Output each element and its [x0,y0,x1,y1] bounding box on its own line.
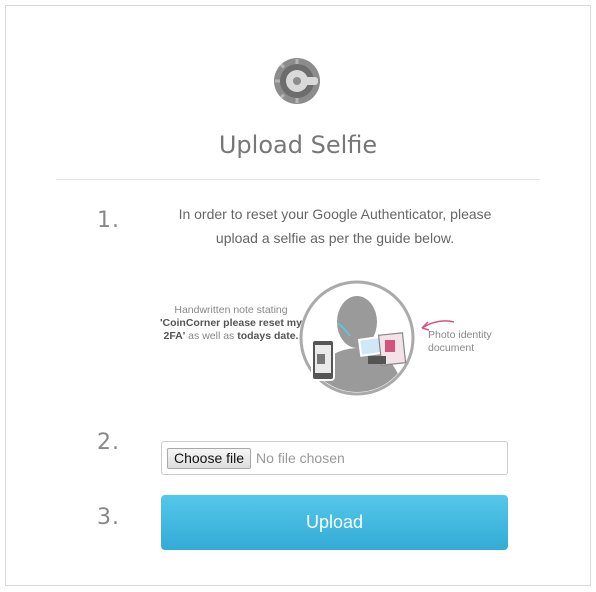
google-authenticator-icon [274,58,320,104]
upload-button[interactable]: Upload [161,495,508,550]
file-status-text: No file chosen [256,450,345,466]
photo-id-caption: Photo identity document [428,329,492,354]
choose-file-button[interactable]: Choose file [167,447,252,469]
selfie-person-icon [299,280,415,396]
title-divider [56,179,540,180]
step-3-number: 3. [97,505,120,530]
handwritten-note-caption: Handwritten note stating 'CoinCorner ple… [160,304,302,342]
selfie-guide-illustration: Handwritten note stating 'CoinCorner ple… [160,278,510,403]
file-input[interactable]: Choose file No file chosen [161,441,508,475]
step-1-instructions: In order to reset your Google Authentica… [178,206,492,246]
step-1-number: 1. [97,208,120,233]
page-title: Upload Selfie [218,131,378,159]
step-2-number: 2. [97,430,120,455]
